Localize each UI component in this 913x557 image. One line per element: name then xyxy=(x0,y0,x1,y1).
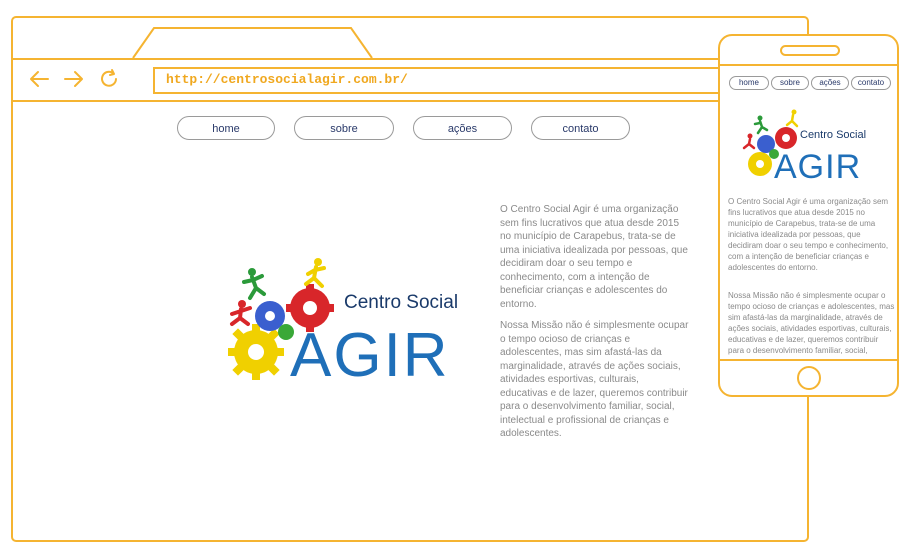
arrow-left-icon[interactable] xyxy=(28,68,50,90)
logo-title-text: Centro Social xyxy=(344,292,458,313)
logo-image: Centro Social AGIR xyxy=(228,258,458,382)
text-line: município de Carapebus, trata-se de uma xyxy=(728,219,876,228)
mobile-logo-image: Centro Social AGIR xyxy=(742,109,866,186)
logo-agir-text: AGIR xyxy=(290,321,450,382)
text-line: O Centro Social Agir é uma organização s… xyxy=(728,197,889,206)
yellow-gear-icon xyxy=(228,324,284,380)
text-line: entorno. xyxy=(500,298,537,310)
phone-screen: home sobre ações contato Centro Social A… xyxy=(720,66,897,359)
mobile-nav-home-button[interactable]: home xyxy=(729,76,769,90)
reload-icon[interactable] xyxy=(98,68,120,90)
text-line: educativas e de lazer, queremos contribu… xyxy=(728,335,879,344)
text-line: intelectual e profissional de crianças e xyxy=(500,414,669,426)
text-line: com a intenção de beneficiar crianças e xyxy=(728,252,869,261)
text-line: fins lucrativos que atua desde 2015 no xyxy=(728,208,865,217)
nav-contato-button[interactable]: contato xyxy=(531,116,630,140)
text-line: Nossa Missão não é simplesmente ocupar o xyxy=(728,291,886,300)
mobile-mission-paragraph: Nossa Missão não é simplesmente ocupar o… xyxy=(728,290,897,356)
mission-paragraph: Nossa Missão não é simplesmente ocupar o… xyxy=(500,319,700,441)
mobile-logo-title-text: Centro Social xyxy=(800,129,866,141)
phone-home-button[interactable] xyxy=(797,366,821,390)
text-line: marginalidade, através de ações sociais, xyxy=(500,360,681,372)
text-line: atividades esportivas, culturais, xyxy=(500,374,639,385)
text-line: para o desenvolvimento familiar, social, xyxy=(728,346,868,355)
mobile-nav-sobre-button[interactable]: sobre xyxy=(771,76,809,90)
text-line: decidiram doar o seu tempo e xyxy=(500,258,633,269)
browser-tab-shape xyxy=(132,27,373,59)
text-line: sim afastá-las da marginalidade, através… xyxy=(728,313,883,322)
text-line: uma iniciativa idealizada por pessoas, q… xyxy=(500,244,688,256)
text-line: conhecimento, com a intenção de xyxy=(500,271,650,283)
text-line: adolescentes, mas sim afastá-las da xyxy=(500,347,662,358)
mobile-nav-contato-button[interactable]: contato xyxy=(851,76,891,90)
nav-sobre-button[interactable]: sobre xyxy=(294,116,394,140)
mobile-intro-paragraph: O Centro Social Agir é uma organização s… xyxy=(728,196,897,273)
text-line: no município de Carapebus, trata-se de xyxy=(500,231,676,242)
nav-acoes-button[interactable]: ações xyxy=(413,116,512,140)
intro-paragraph: O Centro Social Agir é uma organização s… xyxy=(500,203,700,311)
arrow-right-icon[interactable] xyxy=(63,68,85,90)
text-line: sem fins lucrativos que atua desde 2015 xyxy=(500,217,679,229)
text-line: decidiram doar o seu tempo e conheciment… xyxy=(728,241,889,250)
mobile-logo-agir-text: AGIR xyxy=(774,148,861,186)
toolbar-divider xyxy=(11,100,809,102)
text-line: ações sociais, atividades esportivas, cu… xyxy=(728,324,892,333)
text-line: o tempo ocioso de crianças e xyxy=(500,333,631,345)
text-line: beneficiar crianças e adolescentes do xyxy=(500,285,668,296)
text-line: iniciativa idealizada por pessoas, que xyxy=(728,230,861,239)
text-line: educativas e de lazer, queremos contribu… xyxy=(500,387,688,399)
tab-divider xyxy=(11,58,809,60)
phone-speaker xyxy=(780,45,840,56)
text-line: tempo ocioso de crianças e adolescentes,… xyxy=(728,302,895,311)
text-line: para o desenvolvimento familiar, social, xyxy=(500,401,675,412)
text-line: adolescentes. xyxy=(500,428,562,439)
address-url: http://centrosocialagir.com.br/ xyxy=(166,72,408,87)
text-line: Nossa Missão não é simplesmente ocupar xyxy=(500,320,689,331)
text-line: O Centro Social Agir é uma organização xyxy=(500,204,679,215)
phone-bottom-divider xyxy=(720,359,897,361)
nav-home-button[interactable]: home xyxy=(177,116,275,140)
mobile-nav-acoes-button[interactable]: ações xyxy=(811,76,849,90)
text-line: adolescentes do entorno. xyxy=(728,263,818,272)
